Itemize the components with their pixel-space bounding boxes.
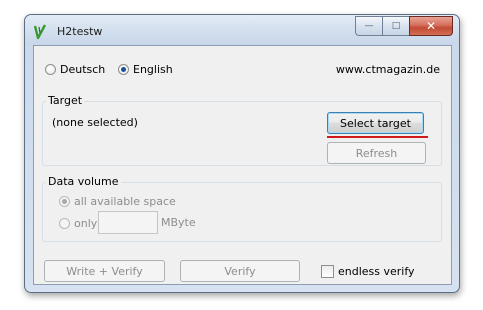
radio-all-space-label[interactable]: all available space xyxy=(74,195,176,208)
write-verify-button[interactable]: Write + Verify xyxy=(44,260,165,282)
close-icon: ✕ xyxy=(425,19,437,33)
refresh-button[interactable]: Refresh xyxy=(327,142,426,164)
radio-english[interactable] xyxy=(118,64,129,75)
data-volume-group-legend: Data volume xyxy=(46,175,121,188)
select-target-label: Select target xyxy=(340,116,411,130)
select-target-button[interactable]: Select target xyxy=(327,112,424,134)
verify-label: Verify xyxy=(224,264,256,278)
radio-deutsch-label[interactable]: Deutsch xyxy=(60,63,105,76)
minimize-button[interactable]: — xyxy=(355,16,383,36)
refresh-label: Refresh xyxy=(355,146,398,160)
mbyte-unit-label: MByte xyxy=(161,216,196,229)
endless-verify-checkbox[interactable] xyxy=(321,265,334,278)
radio-only-label[interactable]: only xyxy=(74,217,97,230)
mbyte-input[interactable] xyxy=(98,211,158,234)
target-group-legend: Target xyxy=(46,94,85,107)
highlight-underline xyxy=(327,136,428,138)
radio-deutsch[interactable] xyxy=(45,64,56,75)
close-button[interactable]: ✕ xyxy=(409,16,453,36)
website-link[interactable]: www.ctmagazin.de xyxy=(336,63,440,76)
maximize-icon: □ xyxy=(391,21,401,31)
endless-verify-label[interactable]: endless verify xyxy=(338,265,415,278)
verify-button[interactable]: Verify xyxy=(180,260,300,282)
target-value: (none selected) xyxy=(52,116,138,129)
radio-english-label[interactable]: English xyxy=(133,63,173,76)
h2testw-app-icon xyxy=(33,24,47,40)
dialog-client-area: Deutsch English www.ctmagazin.de Target … xyxy=(33,45,452,285)
minimize-icon: — xyxy=(364,21,374,31)
app-window: H2testw — □ ✕ Deutsch English www.ctmaga… xyxy=(24,14,460,293)
maximize-button[interactable]: □ xyxy=(382,16,410,36)
radio-only[interactable] xyxy=(59,218,70,229)
radio-all-space[interactable] xyxy=(59,196,70,207)
caption-buttons: — □ ✕ xyxy=(355,16,453,36)
title-bar[interactable]: H2testw — □ ✕ xyxy=(25,15,459,45)
write-verify-label: Write + Verify xyxy=(66,264,143,278)
window-title: H2testw xyxy=(57,25,103,38)
